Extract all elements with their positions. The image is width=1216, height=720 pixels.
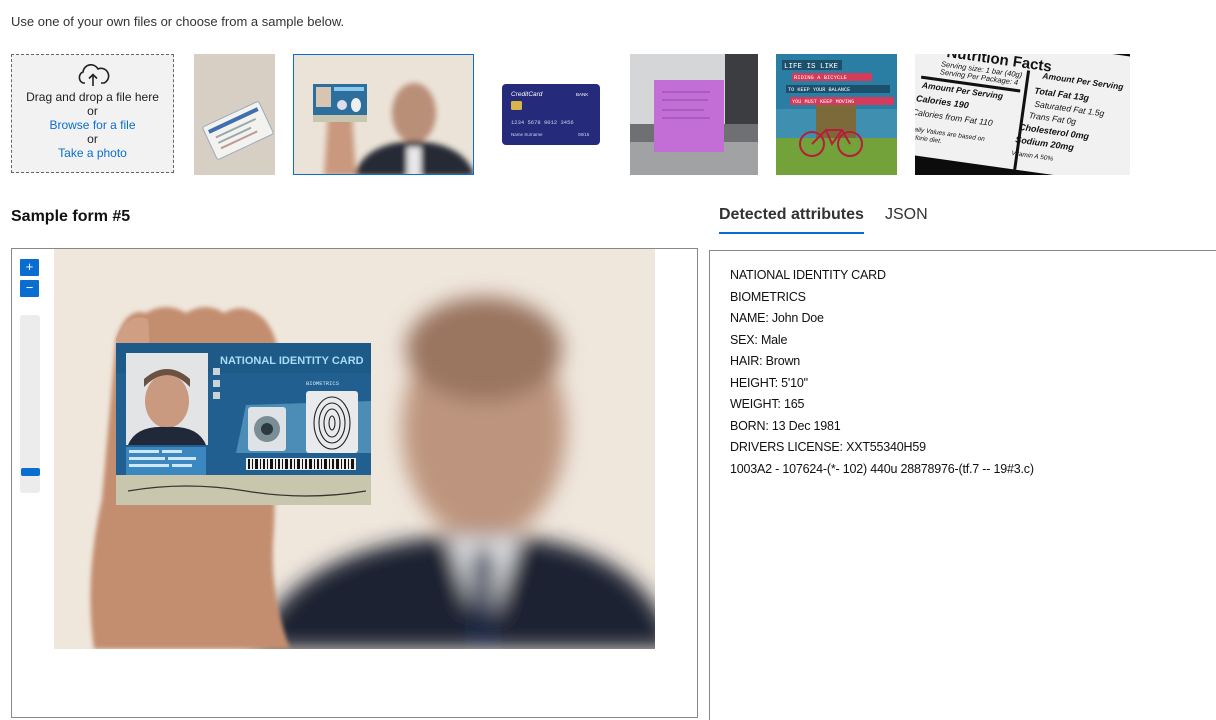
bicycle-poster-image: LIFE IS LIKE RIDING A BICYCLE TO KEEP YO… [776,54,897,175]
attribute-line: NATIONAL IDENTITY CARD [730,268,886,282]
zoom-slider-track[interactable] [20,315,40,493]
sample-thumbnail-4[interactable] [630,54,758,175]
sample-thumbnail-3[interactable]: CreditCard BANK 1234 5678 9012 3456 Name… [498,54,604,175]
attribute-line: 1003A2 - 107624-(*- 102) 440u 28878976-(… [730,461,1034,476]
credit-card-bank: BANK [576,92,588,97]
tab-detected-attributes[interactable]: Detected attributes [719,206,864,234]
or-text-1: or [87,104,98,118]
attribute-line: HEIGHT: 5'10" [730,375,808,390]
attribute-line: HAIR: Brown [730,354,801,368]
card-title: NATIONAL IDENTITY CARD [220,355,364,367]
attribute-line: DRIVERS LICENSE: XXT55340H59 [730,440,926,454]
credit-card-number: 1234 5678 9012 3456 [511,119,574,126]
sticky-note-image [630,54,758,175]
sample-thumbnail-1[interactable] [194,54,275,175]
zoom-in-button[interactable]: + [20,259,39,276]
file-drop-zone[interactable]: Drag and drop a file here or Browse for … [11,54,174,173]
credit-card-image: CreditCard BANK 1234 5678 9012 3456 Name… [498,54,604,175]
attribute-line: NAME: John Doe [730,311,824,325]
or-text-2: or [87,132,98,146]
browse-file-link[interactable]: Browse for a file [12,118,173,132]
poster-line-2: RIDING A BICYCLE [794,74,848,81]
drag-drop-text: Drag and drop a file here [26,90,159,104]
poster-line-4: YOU MUST KEEP MOVING [792,99,854,105]
cloud-upload-icon [12,64,173,88]
credit-card-expiry: 08/15 [578,132,590,137]
attribute-line: BIOMETRICS [730,289,806,304]
tab-json[interactable]: JSON [885,206,928,232]
take-photo-link[interactable]: Take a photo [12,146,173,160]
image-viewer[interactable]: NATIONAL IDENTITY CARD BIOMETRICS + − [11,248,698,718]
attribute-line: BORN: 13 Dec 1981 [730,418,841,433]
attribute-line: SEX: Male [730,332,788,347]
sample-thumbnail-2[interactable] [293,54,474,175]
zoom-out-button[interactable]: − [20,280,39,297]
credit-card-header: CreditCard [511,91,543,98]
attribute-line: WEIGHT: 165 [730,397,805,411]
card-subtitle: BIOMETRICS [306,380,340,387]
nutrition-label-image: Nutrition Facts Serving size: 1 bar (40g… [915,54,1130,175]
id-card-thumbnail-image [294,55,473,174]
social-security-card-image [194,54,275,175]
zoom-slider-handle[interactable] [21,468,40,476]
sample-thumbnail-6[interactable]: Nutrition Facts Serving size: 1 bar (40g… [915,54,1130,175]
sample-form-title: Sample form #5 [11,208,131,225]
instructions-text: Use one of your own files or choose from… [11,14,345,29]
poster-line-1: LIFE IS LIKE [784,63,839,71]
id-card-photo: NATIONAL IDENTITY CARD BIOMETRICS [54,249,655,649]
credit-card-name: Name Surname [511,132,543,137]
detected-attributes-panel: NATIONAL IDENTITY CARD BIOMETRICS NAME: … [709,250,1216,720]
sample-thumbnail-5[interactable]: LIFE IS LIKE RIDING A BICYCLE TO KEEP YO… [776,54,897,175]
poster-line-3: TO KEEP YOUR BALANCE [788,87,850,93]
